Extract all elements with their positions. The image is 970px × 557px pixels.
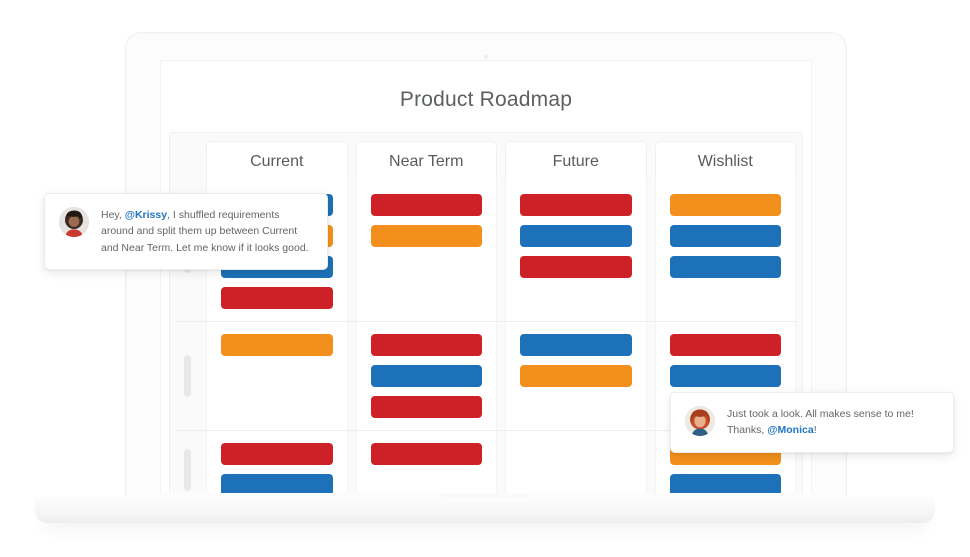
roadmap-card[interactable] <box>520 256 632 278</box>
board-cell-current[interactable] <box>206 322 348 430</box>
roadmap-card[interactable] <box>370 443 482 465</box>
roadmap-card[interactable] <box>370 334 482 356</box>
webcam-icon <box>484 55 488 59</box>
column-header-near-term[interactable]: Near Term <box>355 141 497 182</box>
comment-text: Just took a look. All makes sense to me!… <box>727 406 937 439</box>
laptop-base <box>35 493 935 523</box>
board-cell-near-term[interactable] <box>355 182 497 321</box>
board-column-headers: Current Near Term Future Wishlist <box>170 133 802 182</box>
row-gutter <box>176 322 198 430</box>
column-header-current[interactable]: Current <box>206 141 348 182</box>
board-cell-future[interactable] <box>505 431 647 493</box>
board-cell-near-term[interactable] <box>355 431 497 493</box>
roadmap-card[interactable] <box>520 334 632 356</box>
roadmap-card[interactable] <box>221 334 333 356</box>
board-cell-future[interactable] <box>505 182 647 321</box>
roadmap-card[interactable] <box>669 256 781 278</box>
avatar <box>685 406 715 436</box>
roadmap-card[interactable] <box>370 365 482 387</box>
roadmap-card[interactable] <box>520 194 632 216</box>
page-title: Product Roadmap <box>399 88 573 111</box>
avatar <box>59 207 89 237</box>
board-cell-wishlist[interactable] <box>654 182 796 321</box>
row-drag-handle[interactable] <box>183 448 191 491</box>
header-gutter <box>176 141 198 182</box>
comment-text: Hey, @Krissy, I shuffled requirements ar… <box>101 207 311 256</box>
comment-bubble-krissy[interactable]: Just took a look. All makes sense to me!… <box>670 392 954 453</box>
mention-link[interactable]: @Monica <box>767 424 813 436</box>
roadmap-card[interactable] <box>669 334 781 356</box>
board-cell-current[interactable] <box>206 431 348 493</box>
roadmap-card[interactable] <box>669 225 781 247</box>
comment-text-segment: Just took a look. All makes sense to me!… <box>727 408 914 437</box>
roadmap-card[interactable] <box>221 443 333 465</box>
column-header-wishlist[interactable]: Wishlist <box>654 141 796 182</box>
laptop-mockup: Product Roadmap Current Near Term Future Wi… <box>0 0 970 557</box>
row-gutter <box>176 431 198 493</box>
roadmap-card[interactable] <box>370 396 482 418</box>
roadmap-card[interactable] <box>520 225 632 247</box>
row-drag-handle[interactable] <box>183 355 191 397</box>
column-header-future[interactable]: Future <box>505 141 647 182</box>
roadmap-card[interactable] <box>370 194 482 216</box>
roadmap-card[interactable] <box>669 365 781 387</box>
roadmap-card[interactable] <box>669 474 781 493</box>
roadmap-card[interactable] <box>221 474 333 493</box>
comment-bubble-monica[interactable]: Hey, @Krissy, I shuffled requirements ar… <box>44 193 328 270</box>
mention-link[interactable]: @Krissy <box>125 209 167 221</box>
roadmap-card[interactable] <box>370 225 482 247</box>
roadmap-card[interactable] <box>669 194 781 216</box>
comment-text-segment: ! <box>813 424 817 437</box>
board-cell-future[interactable] <box>505 322 647 430</box>
board-cell-near-term[interactable] <box>355 322 497 430</box>
roadmap-card[interactable] <box>221 287 333 309</box>
comment-text-segment: Hey, <box>101 209 125 221</box>
roadmap-card[interactable] <box>520 365 632 387</box>
